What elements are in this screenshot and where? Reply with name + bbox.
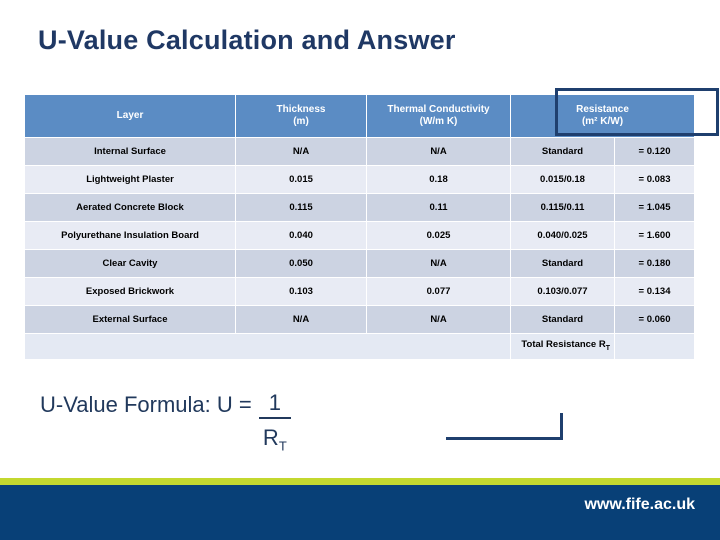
cell-resistance-value: = 1.600 — [615, 222, 694, 249]
cell-resistance-calc: Standard — [511, 138, 614, 165]
cell-thickness: 0.040 — [236, 222, 366, 249]
column-header-layer[interactable]: Layer — [25, 95, 235, 137]
cell-resistance-calc: Standard — [511, 306, 614, 333]
cell-thickness: N/A — [236, 306, 366, 333]
cell-resistance-value: = 1.045 — [615, 194, 694, 221]
footer-bar: www.fife.ac.uk — [0, 485, 720, 540]
table-row[interactable]: External Surface N/A N/A Standard = 0.06… — [25, 306, 694, 333]
table-row[interactable]: Polyurethane Insulation Board 0.040 0.02… — [25, 222, 694, 249]
column-header-conductivity-label: Thermal Conductivity — [387, 103, 490, 115]
table-row[interactable]: Aerated Concrete Block 0.115 0.11 0.115/… — [25, 194, 694, 221]
u-value-fraction: 1 RT — [258, 390, 291, 453]
cell-resistance-value: = 0.134 — [615, 278, 694, 305]
column-header-thickness-unit: (m) — [293, 116, 309, 127]
cell-conductivity: 0.025 — [367, 222, 510, 249]
column-header-conductivity-unit: (W/m K) — [419, 116, 458, 127]
column-header-thickness-label: Thickness — [276, 103, 326, 115]
cell-thickness: 0.115 — [236, 194, 366, 221]
table-total-row[interactable]: Total Resistance RT — [25, 334, 694, 359]
table-body: Internal Surface N/A N/A Standard = 0.12… — [25, 138, 694, 359]
total-resistance-value-cell[interactable] — [615, 334, 694, 359]
column-header-thickness[interactable]: Thickness (m) — [236, 95, 366, 137]
cell-resistance-value: = 0.120 — [615, 138, 694, 165]
footer-website-url: www.fife.ac.uk — [584, 496, 695, 513]
cell-thickness: 0.015 — [236, 166, 366, 193]
total-resistance-selection-outline — [446, 413, 563, 440]
total-resistance-label: Total Resistance R — [521, 339, 606, 351]
fraction-denominator-base: R — [262, 425, 279, 450]
cell-thickness: 0.050 — [236, 250, 366, 277]
cell-resistance-calc: 0.015/0.18 — [511, 166, 614, 193]
total-resistance-label-cell[interactable]: Total Resistance RT — [511, 334, 614, 359]
total-resistance-subscript: T — [605, 345, 610, 353]
table-header: Layer Thickness (m) Thermal Conductivity… — [25, 95, 694, 137]
cell-layer: Polyurethane Insulation Board — [25, 222, 235, 249]
column-header-layer-label: Layer — [116, 109, 144, 121]
page-title: U-Value Calculation and Answer — [38, 25, 456, 55]
table-header-row: Layer Thickness (m) Thermal Conductivity… — [25, 95, 694, 137]
cell-thickness: N/A — [236, 138, 366, 165]
footer-accent-bar — [0, 478, 720, 485]
cell-resistance-value: = 0.083 — [615, 166, 694, 193]
cell-resistance-calc: 0.103/0.077 — [511, 278, 614, 305]
cell-conductivity: 0.11 — [367, 194, 510, 221]
cell-conductivity: 0.077 — [367, 278, 510, 305]
cell-conductivity: 0.18 — [367, 166, 510, 193]
uvalue-table: Layer Thickness (m) Thermal Conductivity… — [24, 94, 695, 360]
cell-resistance-calc: 0.040/0.025 — [511, 222, 614, 249]
table-row[interactable]: Clear Cavity 0.050 N/A Standard = 0.180 — [25, 250, 694, 277]
cell-thickness: 0.103 — [236, 278, 366, 305]
fraction-denominator: RT — [259, 419, 291, 453]
cell-resistance-value: = 0.060 — [615, 306, 694, 333]
fraction-denominator-subscript: T — [278, 438, 287, 454]
cell-conductivity: N/A — [367, 306, 510, 333]
total-row-spacer — [25, 334, 510, 359]
cell-conductivity: N/A — [367, 138, 510, 165]
cell-layer: Aerated Concrete Block — [25, 194, 235, 221]
uvalue-table-container: Layer Thickness (m) Thermal Conductivity… — [24, 88, 719, 440]
column-header-resistance-label: Resistance — [576, 103, 629, 115]
fraction-numerator: 1 — [258, 390, 291, 419]
cell-layer: Clear Cavity — [25, 250, 235, 277]
cell-layer: External Surface — [25, 306, 235, 333]
u-value-formula-label: U-Value Formula: U = — [40, 392, 252, 417]
cell-conductivity: N/A — [367, 250, 510, 277]
cell-resistance-calc: 0.115/0.11 — [511, 194, 614, 221]
cell-layer: Exposed Brickwork — [25, 278, 235, 305]
cell-layer: Internal Surface — [25, 138, 235, 165]
table-row[interactable]: Lightweight Plaster 0.015 0.18 0.015/0.1… — [25, 166, 694, 193]
column-header-resistance-unit: (m² K/W) — [581, 116, 624, 127]
u-value-formula: U-Value Formula: U = 1 RT — [40, 390, 291, 453]
table-row[interactable]: Exposed Brickwork 0.103 0.077 0.103/0.07… — [25, 278, 694, 305]
cell-resistance-calc: Standard — [511, 250, 614, 277]
column-header-resistance[interactable]: Resistance (m² K/W) — [511, 95, 694, 137]
cell-layer: Lightweight Plaster — [25, 166, 235, 193]
cell-resistance-value: = 0.180 — [615, 250, 694, 277]
column-header-thermal-conductivity[interactable]: Thermal Conductivity (W/m K) — [367, 95, 510, 137]
table-row[interactable]: Internal Surface N/A N/A Standard = 0.12… — [25, 138, 694, 165]
